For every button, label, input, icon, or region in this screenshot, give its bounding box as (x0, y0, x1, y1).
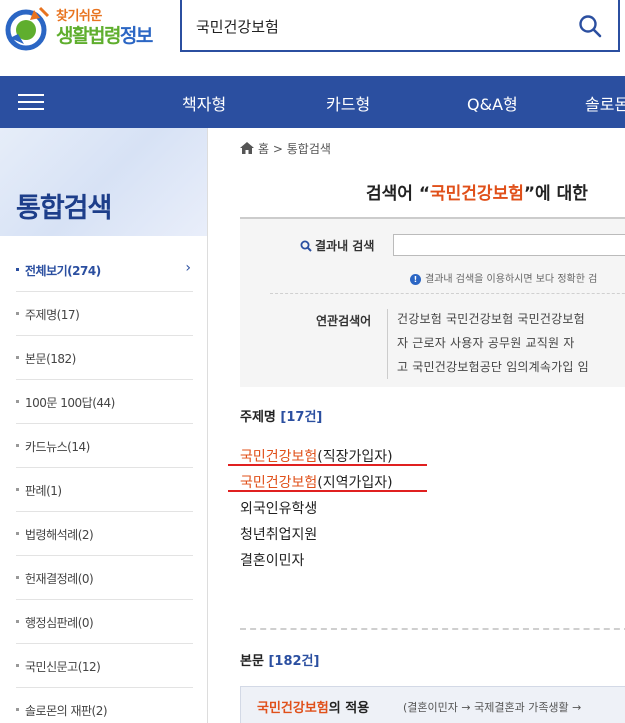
divider (240, 628, 625, 630)
topic-link[interactable]: 국민건강보험(직장가입자) (240, 446, 393, 466)
nav-item-card[interactable]: 카드형 (326, 91, 370, 115)
sidebar-item-body[interactable]: 본문(182) (16, 336, 193, 380)
site-logo[interactable]: 찾기쉬운 생활법령정보 (4, 4, 164, 52)
main-content: 홈 > 통합검색 검색어 “국민건강보험”에 대한 결과내 검색 ! 결과내 검색… (208, 128, 625, 723)
chevron-right-icon: › (185, 260, 191, 276)
body-result-title[interactable]: 국민건강보험의 적용 (257, 697, 369, 716)
sidebar-item-topics[interactable]: 주제명(17) (16, 292, 193, 336)
topic-link[interactable]: 청년취업지원 (240, 524, 317, 544)
filter-input[interactable] (393, 234, 625, 256)
topic-link[interactable]: 결혼이민자 (240, 550, 304, 570)
body-result-row[interactable]: 국민건강보험의 적용 (결혼이민자 → 국제결혼과 가족생활 → (240, 686, 625, 723)
divider (270, 293, 625, 294)
sidebar-item-admin-trial[interactable]: 행정심판례(0) (16, 600, 193, 644)
filter-note: ! 결과내 검색을 이용하시면 보다 정확한 검 (410, 270, 597, 285)
related-keywords-line[interactable]: 건강보험 국민건강보험 국민건강보험 (397, 310, 585, 327)
sidebar-item-sinmungo[interactable]: 국민신문고(12) (16, 644, 193, 688)
home-icon[interactable] (240, 142, 254, 154)
nav-item-qa[interactable]: Q&A형 (467, 91, 518, 115)
body-section-head: 본문 [182건] (240, 654, 320, 669)
nav-item-book[interactable]: 책자형 (182, 91, 226, 115)
search-box (180, 0, 620, 52)
breadcrumb-separator: > (272, 142, 283, 156)
logo-emblem-icon (5, 6, 50, 51)
topics-section-head: 주제명 [17건] (240, 410, 323, 425)
header: 찾기쉬운 생활법령정보 (0, 0, 625, 76)
info-icon: ! (410, 274, 421, 285)
search-icon (300, 240, 312, 252)
sidebar: 통합검색 전체보기(274) › 주제명(17) 본문(182) 100문 10… (0, 128, 208, 723)
sidebar-item-solomon-trial[interactable]: 솔로몬의 재판(2) (16, 688, 193, 723)
nav-item-solomon[interactable]: 솔로몬 (585, 91, 625, 115)
sidebar-item-all[interactable]: 전체보기(274) › (16, 248, 193, 292)
related-keywords-line[interactable]: 고 국민건강보험공단 임의계속가입 임 (397, 358, 589, 375)
body-result-path: (결혼이민자 → 국제결혼과 가족생활 → (403, 701, 582, 714)
result-title: 검색어 “국민건강보험”에 대한 (366, 184, 588, 204)
search-input[interactable] (196, 14, 556, 38)
highlight-underline (228, 490, 427, 492)
related-label: 연관검색어 (316, 314, 372, 328)
sidebar-item-cardnews[interactable]: 카드뉴스(14) (16, 424, 193, 468)
filter-box: 결과내 검색 ! 결과내 검색을 이용하시면 보다 정확한 검 연관검색어 건강보… (240, 217, 625, 387)
highlight-underline (228, 464, 427, 466)
divider (387, 309, 388, 379)
sidebar-item-constitutional[interactable]: 헌재결정례(0) (16, 556, 193, 600)
topic-link[interactable]: 국민건강보험(지역가입자) (240, 472, 393, 492)
search-icon[interactable] (576, 12, 604, 40)
related-keywords-line[interactable]: 자 근로자 사용자 공무원 교직원 자 (397, 334, 574, 351)
sidebar-title: 통합검색 (16, 193, 112, 224)
breadcrumb-home[interactable]: 홈 (258, 142, 269, 156)
logo-text: 생활법령정보 (56, 25, 153, 47)
breadcrumb: 홈 > 통합검색 (240, 140, 331, 157)
sidebar-item-precedent[interactable]: 판례(1) (16, 468, 193, 512)
topic-link[interactable]: 외국인유학생 (240, 498, 317, 518)
sidebar-item-interpretation[interactable]: 법령해석례(2) (16, 512, 193, 556)
sidebar-item-100qa[interactable]: 100문 100답(44) (16, 380, 193, 424)
sidebar-header: 통합검색 (0, 128, 207, 236)
main-nav: 책자형 카드형 Q&A형 솔로몬 (0, 76, 625, 128)
filter-label: 결과내 검색 (300, 237, 374, 254)
menu-icon[interactable] (18, 89, 44, 115)
breadcrumb-current: 통합검색 (286, 142, 331, 156)
